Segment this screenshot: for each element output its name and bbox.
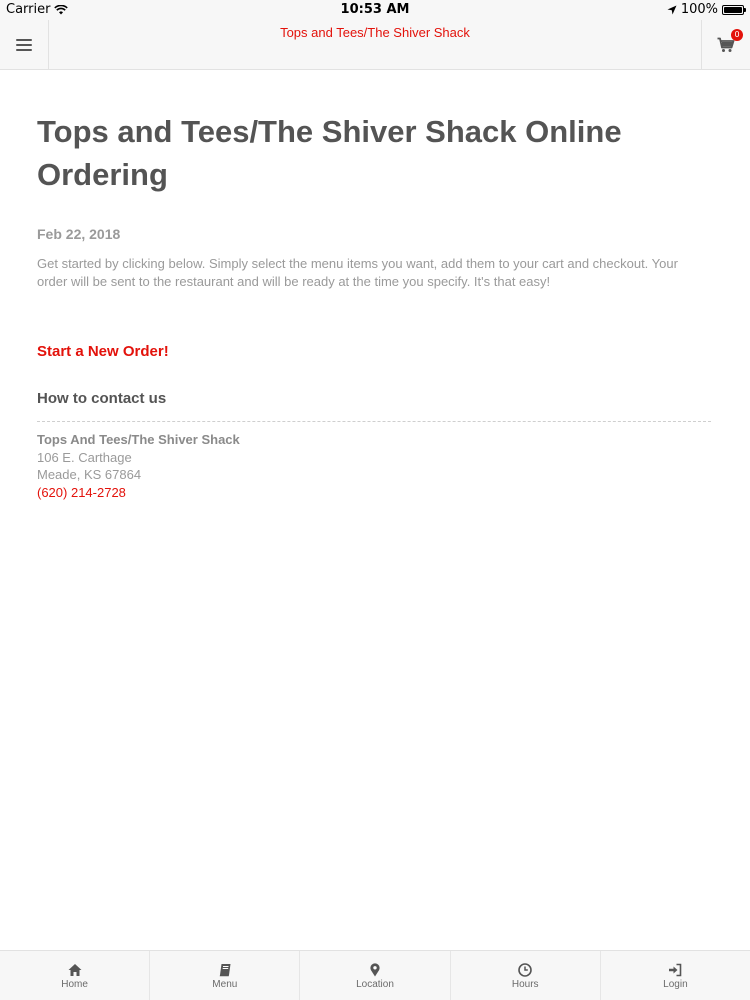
hamburger-icon xyxy=(16,36,32,54)
tab-label: Login xyxy=(663,978,688,990)
phone-link[interactable]: (620) 214-2728 xyxy=(37,485,126,500)
book-icon xyxy=(219,963,231,976)
tab-home[interactable]: Home xyxy=(0,951,151,1000)
cart-button[interactable]: 0 xyxy=(701,20,750,69)
main-content: Tops and Tees/The Shiver Shack Online Or… xyxy=(37,70,711,501)
street-address: 106 E. Carthage xyxy=(37,449,132,465)
intro-text: Get started by clicking below. Simply se… xyxy=(37,256,678,289)
tab-bar: Home Menu Location Hours Login xyxy=(0,950,750,1000)
nav-bar: Tops and Tees/The Shiver Shack 0 xyxy=(0,20,750,70)
cart-icon-wrap: 0 xyxy=(717,28,743,53)
battery-percent: 100% xyxy=(680,2,718,17)
tab-location[interactable]: Location xyxy=(300,951,451,1000)
business-name: Tops And Tees/The Shiver Shack xyxy=(37,432,240,447)
contact-block: Tops And Tees/The Shiver Shack 106 E. Ca… xyxy=(37,431,711,501)
home-icon xyxy=(68,963,82,976)
tab-label: Menu xyxy=(212,978,238,990)
start-new-order-link[interactable]: Start a New Order! xyxy=(37,343,169,360)
nav-title: Tops and Tees/The Shiver Shack xyxy=(280,25,470,40)
status-bar: Carrier 10:53 AM 100% xyxy=(0,0,750,20)
clock-icon xyxy=(518,962,533,977)
status-right: 100% xyxy=(667,2,746,17)
battery-icon xyxy=(722,4,746,15)
tab-label: Location xyxy=(356,978,394,990)
map-pin-icon xyxy=(370,962,380,976)
menu-button[interactable] xyxy=(0,20,49,69)
location-arrow-icon xyxy=(667,5,677,14)
sign-in-icon xyxy=(669,963,682,976)
page-title: Tops and Tees/The Shiver Shack Online Or… xyxy=(37,114,622,192)
battery-fill xyxy=(724,6,742,13)
tab-menu[interactable]: Menu xyxy=(150,951,301,1000)
status-time: 10:53 AM xyxy=(340,2,410,17)
tab-hours[interactable]: Hours xyxy=(451,951,601,1000)
contact-heading: How to contact us xyxy=(37,390,711,422)
tab-label: Home xyxy=(61,978,88,990)
post-date: Feb 22, 2018 xyxy=(37,226,121,242)
cart-count-badge: 0 xyxy=(731,28,743,41)
city-state-zip: Meade, KS 67864 xyxy=(37,467,142,482)
tab-login[interactable]: Login xyxy=(601,951,750,1000)
app-screen: Carrier 10:53 AM 100% Tops and Tees/The … xyxy=(0,0,750,1000)
tab-label: Hours xyxy=(511,978,539,990)
